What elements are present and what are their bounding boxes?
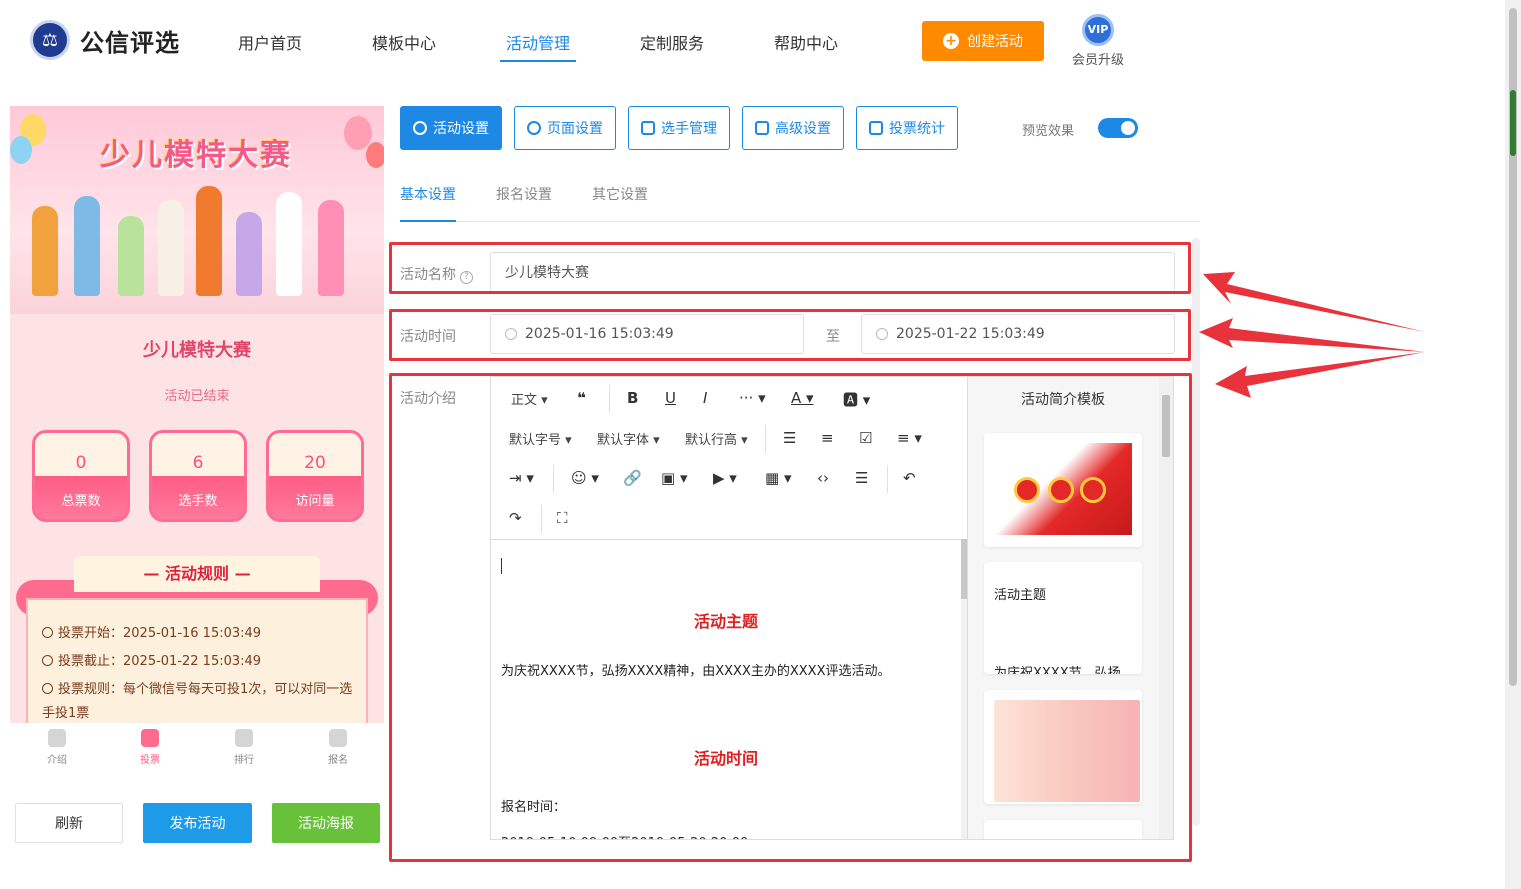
nav-custom-service[interactable]: 定制服务 <box>640 30 704 62</box>
stat-label: 选手数 <box>178 494 218 509</box>
create-activity-label: 创建活动 <box>967 34 1023 50</box>
kid-figure <box>236 212 262 296</box>
page-scroll-indicator <box>1510 90 1516 156</box>
balloon-icon <box>10 136 32 164</box>
mobile-preview: 少儿模特大赛 少儿模特大赛 活动已结束 0 总票数 6 选手数 20 访问量 —… <box>10 106 384 723</box>
subtab-other-settings[interactable]: 其它设置 <box>592 184 648 222</box>
info-icon <box>42 683 53 694</box>
page-scrollbar[interactable] <box>1505 0 1521 889</box>
stat-contestants: 6 选手数 <box>149 430 247 522</box>
kid-figure <box>158 200 184 296</box>
nav-activity-management[interactable]: 活动管理 <box>500 30 577 62</box>
preview-title: 少儿模特大赛 <box>143 340 251 361</box>
preview-banner: 少儿模特大赛 <box>10 106 384 314</box>
ballot-icon <box>141 729 159 747</box>
balloon-icon <box>366 142 384 168</box>
highlight-box-time <box>389 309 1191 361</box>
star-icon <box>413 121 427 135</box>
banner-title: 少儿模特大赛 <box>100 138 292 173</box>
rule-vote-rule: 投票规则：每个微信号每天可投1次，可以对同一选手投1票 <box>42 682 353 721</box>
rules-title: — 活动规则 — <box>74 556 320 592</box>
highlight-box-name <box>389 242 1191 294</box>
tag-icon <box>329 729 347 747</box>
stat-total-votes: 0 总票数 <box>32 430 130 522</box>
kid-figure <box>196 186 222 296</box>
advanced-settings-button[interactable]: 高级设置 <box>742 106 844 150</box>
kid-figure <box>74 196 100 296</box>
kid-figure <box>118 216 144 296</box>
vip-upgrade-label: 会员升级 <box>1071 53 1124 68</box>
top-header: ⚖ 公信评选 用户首页 模板中心 活动管理 定制服务 帮助中心 + 创建活动 V… <box>0 0 1505 84</box>
stat-visits: 20 访问量 <box>266 430 364 522</box>
tab-ranking[interactable]: 排行 <box>219 729 269 766</box>
vip-badge-icon: VIP <box>1082 14 1114 46</box>
stat-label: 总票数 <box>61 494 101 509</box>
stat-value: 6 <box>192 453 204 473</box>
preview-toggle-label: 预览效果 <box>1022 124 1075 139</box>
subtab-signup-settings[interactable]: 报名设置 <box>496 184 552 222</box>
tab-vote[interactable]: 投票 <box>125 729 175 766</box>
settings-subtabs: 基本设置 报名设置 其它设置 <box>400 170 1200 222</box>
bar-chart-icon <box>869 121 883 135</box>
vip-upgrade[interactable]: VIP 会员升级 <box>1068 14 1128 68</box>
annotation-arrows <box>1199 272 1425 398</box>
arrow-to-name <box>1203 272 1425 332</box>
vote-statistics-button[interactable]: 投票统计 <box>856 106 958 150</box>
preview-status: 活动已结束 <box>164 389 230 404</box>
person-icon <box>48 729 66 747</box>
sliders-icon <box>755 121 769 135</box>
brand-name: 公信评选 <box>80 28 180 57</box>
brand-logo[interactable]: ⚖ 公信评选 <box>30 20 180 60</box>
nav-user-home[interactable]: 用户首页 <box>238 30 302 62</box>
scales-icon: ⚖ <box>30 20 70 60</box>
refresh-button[interactable]: 刷新 <box>15 803 123 843</box>
stat-value: 0 <box>75 453 87 473</box>
rule-vote-end: 投票截止：2025-01-22 15:03:49 <box>42 650 362 674</box>
kid-figure <box>276 192 302 296</box>
gear-icon <box>527 121 541 135</box>
plus-icon: + <box>943 33 959 49</box>
rules-box: 投票开始：2025-01-16 15:03:49 投票截止：2025-01-22… <box>26 598 368 723</box>
highlight-box-intro <box>389 373 1192 862</box>
users-icon <box>641 121 655 135</box>
preview-tabbar: 介绍 投票 排行 报名 <box>10 723 384 781</box>
nav-template-center[interactable]: 模板中心 <box>372 30 436 62</box>
stat-value: 20 <box>304 453 326 473</box>
tab-signup[interactable]: 报名 <box>313 729 363 766</box>
heart-icon <box>235 729 253 747</box>
arrow-to-time <box>1199 318 1425 352</box>
page-settings-button[interactable]: 页面设置 <box>514 106 616 150</box>
tab-intro[interactable]: 介绍 <box>32 729 82 766</box>
activity-settings-button[interactable]: 活动设置 <box>400 106 502 150</box>
kid-figure <box>318 200 344 296</box>
activity-poster-button[interactable]: 活动海报 <box>272 803 380 843</box>
create-activity-button[interactable]: + 创建活动 <box>922 21 1044 61</box>
arrow-to-intro <box>1215 352 1425 398</box>
subtab-basic-settings[interactable]: 基本设置 <box>400 184 456 222</box>
clock-icon <box>42 655 53 666</box>
nav-help-center[interactable]: 帮助中心 <box>774 30 838 62</box>
stat-label: 访问量 <box>295 494 335 509</box>
rule-vote-start: 投票开始：2025-01-16 15:03:49 <box>42 622 362 646</box>
clock-icon <box>42 627 53 638</box>
contestant-management-button[interactable]: 选手管理 <box>628 106 730 150</box>
kid-figure <box>32 206 58 296</box>
publish-activity-button[interactable]: 发布活动 <box>143 803 252 843</box>
balloon-icon <box>344 116 372 150</box>
preview-toggle[interactable] <box>1098 118 1138 138</box>
